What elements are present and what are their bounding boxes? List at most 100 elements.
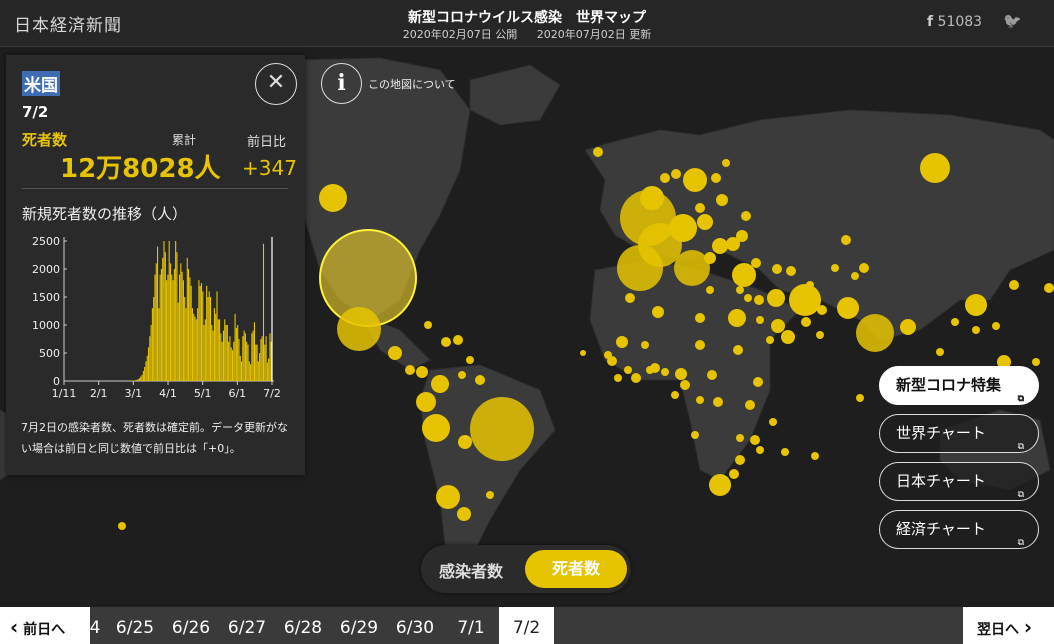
country-bubble[interactable]	[965, 294, 987, 316]
country-bubble[interactable]	[652, 306, 664, 318]
country-bubble[interactable]	[669, 214, 697, 242]
timeline-date[interactable]: 6/28	[275, 607, 331, 644]
country-bubble[interactable]	[837, 297, 859, 319]
country-bubble[interactable]	[580, 350, 586, 356]
map-info-label[interactable]: この地図について	[368, 76, 456, 92]
country-bubble[interactable]	[660, 173, 670, 183]
country-bubble[interactable]	[319, 184, 347, 212]
country-bubble[interactable]	[624, 366, 632, 374]
country-bubble[interactable]	[817, 305, 827, 315]
country-bubble[interactable]	[736, 286, 744, 294]
country-bubble[interactable]	[750, 435, 760, 445]
country-bubble[interactable]	[733, 345, 743, 355]
country-bubble[interactable]	[641, 341, 649, 349]
country-bubble[interactable]	[441, 337, 451, 347]
country-bubble[interactable]	[683, 168, 707, 192]
country-bubble[interactable]	[801, 317, 811, 327]
country-bubble[interactable]	[1009, 280, 1019, 290]
country-bubble[interactable]	[695, 313, 705, 323]
country-bubble[interactable]	[951, 318, 959, 326]
country-bubble[interactable]	[789, 284, 821, 316]
timeline-date[interactable]: 6/30	[387, 607, 443, 644]
next-day-button[interactable]: 翌日へ ›	[963, 607, 1054, 644]
country-bubble[interactable]	[431, 375, 449, 393]
country-bubble[interactable]	[811, 452, 819, 460]
country-bubble[interactable]	[458, 435, 472, 449]
country-bubble[interactable]	[741, 211, 751, 221]
country-bubble[interactable]	[816, 331, 824, 339]
country-bubble[interactable]	[697, 214, 713, 230]
country-bubble[interactable]	[936, 348, 944, 356]
covid-feature-button[interactable]: 新型コロナ特集 ⧉	[879, 366, 1039, 405]
country-bubble[interactable]	[661, 368, 669, 376]
country-bubble[interactable]	[1044, 283, 1054, 293]
facebook-share-button[interactable]: f 51083	[927, 14, 982, 30]
country-bubble[interactable]	[388, 346, 402, 360]
country-bubble[interactable]	[675, 368, 687, 380]
country-bubble[interactable]	[616, 336, 628, 348]
country-bubble[interactable]	[920, 153, 950, 183]
country-bubble[interactable]	[859, 263, 869, 273]
infected-tab[interactable]: 感染者数	[439, 558, 503, 582]
country-bubble[interactable]	[640, 186, 664, 210]
country-bubble[interactable]	[691, 431, 699, 439]
country-bubble[interactable]	[458, 371, 466, 379]
world-chart-button[interactable]: 世界チャート ⧉	[879, 414, 1039, 453]
country-bubble[interactable]	[744, 294, 752, 302]
country-bubble[interactable]	[436, 485, 460, 509]
country-bubble[interactable]	[416, 392, 436, 412]
country-bubble[interactable]	[680, 380, 690, 390]
country-bubble[interactable]	[735, 455, 745, 465]
country-bubble[interactable]	[851, 272, 859, 280]
country-bubble[interactable]	[337, 307, 381, 351]
country-bubble[interactable]	[671, 391, 679, 399]
country-bubble[interactable]	[457, 507, 471, 521]
country-bubble[interactable]	[695, 340, 705, 350]
country-bubble[interactable]	[695, 203, 705, 213]
country-bubble[interactable]	[671, 169, 681, 179]
country-bubble[interactable]	[732, 263, 756, 287]
country-bubble[interactable]	[1032, 358, 1040, 366]
timeline-date[interactable]: 6/29	[331, 607, 387, 644]
country-bubble[interactable]	[706, 286, 714, 294]
country-bubble[interactable]	[646, 366, 654, 374]
country-bubble[interactable]	[704, 252, 716, 264]
country-bubble[interactable]	[466, 356, 474, 364]
map-info-button[interactable]: i	[321, 63, 362, 104]
country-bubble[interactable]	[972, 326, 980, 334]
country-bubble[interactable]	[756, 316, 764, 324]
country-bubble[interactable]	[711, 173, 721, 183]
country-bubble[interactable]	[614, 374, 622, 382]
timeline-date[interactable]: 4	[88, 607, 102, 644]
country-bubble[interactable]	[856, 394, 864, 402]
country-bubble[interactable]	[709, 474, 731, 496]
country-bubble[interactable]	[416, 366, 428, 378]
country-bubble[interactable]	[831, 264, 839, 272]
country-bubble[interactable]	[713, 397, 723, 407]
country-bubble[interactable]	[604, 351, 612, 359]
timeline-date[interactable]: 7/1	[443, 607, 499, 644]
prev-day-button[interactable]: ‹ 前日へ	[0, 607, 90, 644]
country-bubble[interactable]	[781, 448, 789, 456]
country-bubble[interactable]	[405, 365, 415, 375]
country-bubble[interactable]	[769, 418, 777, 426]
country-bubble[interactable]	[900, 319, 916, 335]
country-bubble[interactable]	[631, 373, 641, 383]
country-bubble[interactable]	[453, 335, 463, 345]
country-bubble[interactable]	[992, 322, 1000, 330]
country-bubble[interactable]	[424, 321, 432, 329]
country-bubble[interactable]	[806, 281, 814, 289]
country-bubble[interactable]	[751, 258, 761, 268]
japan-chart-button[interactable]: 日本チャート ⧉	[879, 462, 1039, 501]
country-bubble[interactable]	[766, 336, 774, 344]
country-bubble[interactable]	[753, 377, 763, 387]
country-bubble[interactable]	[707, 370, 717, 380]
country-bubble[interactable]	[841, 235, 851, 245]
country-bubble[interactable]	[422, 414, 450, 442]
timeline-date[interactable]: 6/25	[107, 607, 163, 644]
country-bubble[interactable]	[729, 469, 739, 479]
country-bubble[interactable]	[745, 400, 755, 410]
country-bubble[interactable]	[470, 397, 534, 461]
country-bubble[interactable]	[736, 434, 744, 442]
deaths-tab[interactable]: 死者数	[525, 550, 627, 588]
